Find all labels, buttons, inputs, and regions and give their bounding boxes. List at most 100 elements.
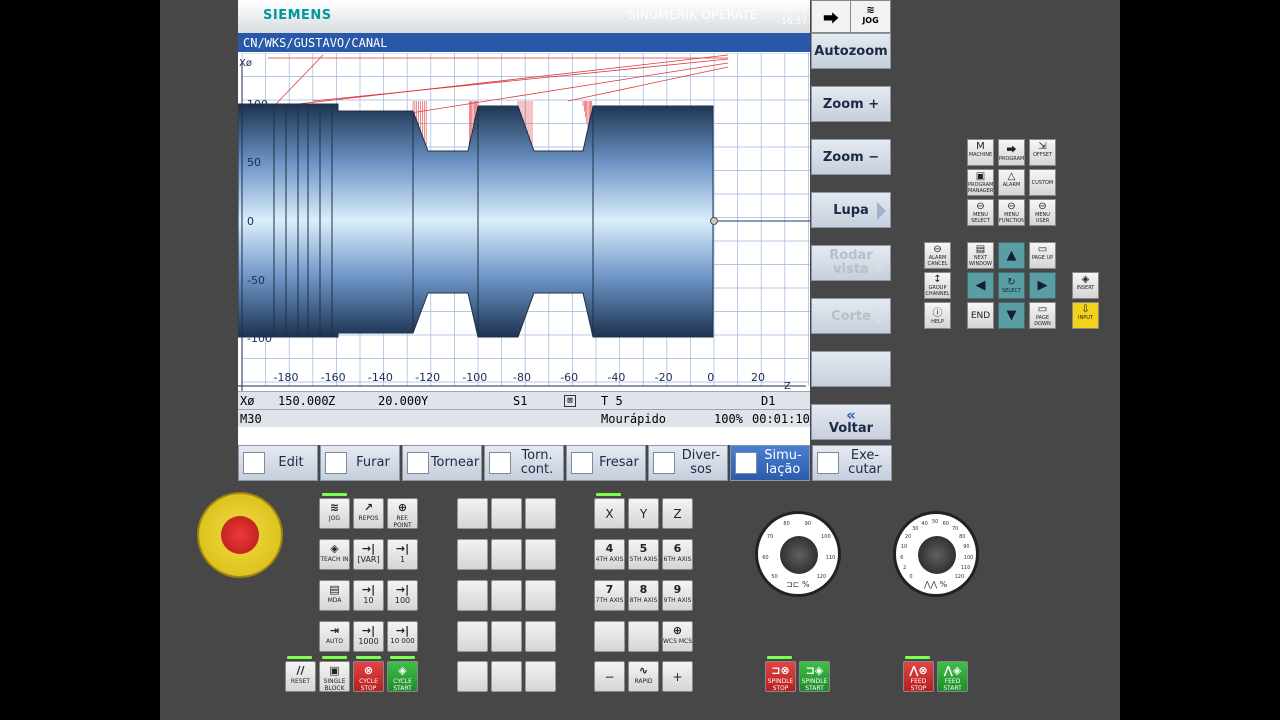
blank-key[interactable] xyxy=(525,661,556,692)
axis-8-key[interactable]: 8 8TH AXIS xyxy=(628,580,659,611)
single-block-key[interactable]: ▣ SINGLE BLOCK xyxy=(319,661,350,692)
spindle-override-knob[interactable]: 50 60 70 80 90 100 110 120 ⊐⊏ % xyxy=(755,511,841,597)
blank-key[interactable] xyxy=(525,539,556,570)
blank-key[interactable] xyxy=(491,539,522,570)
simulation-view[interactable]: Xø Z -180 -160 -140 -120 -100 -80 -60 -40 -20 0 20… xyxy=(237,52,810,392)
ref-point-key[interactable]: ⊕ REF. POINT xyxy=(387,498,418,529)
plus-key[interactable]: + xyxy=(662,661,693,692)
feed-start-key[interactable]: ⋀◈ FEED START xyxy=(937,661,968,692)
end-key[interactable]: END xyxy=(967,302,994,329)
wcs-icon: ⊕ xyxy=(672,624,683,637)
feed-stop-key[interactable]: ⋀⊗ FEED STOP xyxy=(903,661,934,692)
arrow-down-key[interactable]: ▼ xyxy=(998,302,1025,329)
knob-tick-label: 100 xyxy=(821,533,831,540)
var-increment-key[interactable]: →| [VAR] xyxy=(353,539,384,570)
page-up-key[interactable]: ▭ PAGE UP xyxy=(1029,242,1056,269)
softkey-voltar[interactable]: «Voltar xyxy=(811,404,891,440)
softkey-autozoom[interactable]: Autozoom xyxy=(811,33,891,69)
rapid-key[interactable]: ∿ RAPID xyxy=(628,661,659,692)
softkey-executar[interactable]: Exe-cutar xyxy=(812,445,892,481)
increment-1-key[interactable]: →| 1 xyxy=(387,539,418,570)
axis-4-key[interactable]: 4 4TH AXIS xyxy=(594,539,625,570)
arrow-left-key[interactable]: ◀ xyxy=(967,272,994,299)
machine-key[interactable]: M MACHINE xyxy=(967,139,994,166)
next-window-key[interactable]: ▤ NEXT WINDOW xyxy=(967,242,994,269)
program-key[interactable]: ⮕ PROGRAM xyxy=(998,139,1025,166)
blank-key[interactable] xyxy=(457,539,488,570)
softkey-zoom-out[interactable]: Zoom − xyxy=(811,139,891,175)
axis-y-key[interactable]: Y xyxy=(628,498,659,529)
teach-in-key[interactable]: ◈ TEACH IN xyxy=(319,539,350,570)
axis-7-key[interactable]: 7 7TH AXIS xyxy=(594,580,625,611)
page-down-key[interactable]: ▭ PAGE DOWN xyxy=(1029,302,1056,329)
alarm-cancel-key[interactable]: ⊖ ALARM CANCEL xyxy=(924,242,951,269)
axis-5-key[interactable]: 5 5TH AXIS xyxy=(628,539,659,570)
select-key[interactable]: ↻ SELECT xyxy=(998,272,1025,299)
blank-key[interactable] xyxy=(457,498,488,529)
blank-key[interactable] xyxy=(457,580,488,611)
blank-key[interactable] xyxy=(628,621,659,652)
softkey-lupa[interactable]: Lupa xyxy=(811,192,891,228)
blank-key[interactable] xyxy=(457,621,488,652)
softkey-diversos[interactable]: Diver-sos xyxy=(648,445,728,481)
group-channel-key[interactable]: ↕ GROUP CHANNEL xyxy=(924,272,951,299)
auto-key[interactable]: ⇥ AUTO xyxy=(319,621,350,652)
softkey-simulacao[interactable]: Simu-lação xyxy=(730,445,810,481)
axis-6-key[interactable]: 6 6TH AXIS xyxy=(662,539,693,570)
mda-key[interactable]: ▤ MDA xyxy=(319,580,350,611)
input-key[interactable]: ⇩ INPUT xyxy=(1072,302,1099,329)
blank-key[interactable] xyxy=(525,580,556,611)
x-tick-label: 100 xyxy=(247,98,268,111)
increment-100-key[interactable]: →| 100 xyxy=(387,580,418,611)
softkey-edit[interactable]: Edit xyxy=(238,445,318,481)
blank-key[interactable] xyxy=(594,621,625,652)
blank-key[interactable] xyxy=(525,621,556,652)
blank-key[interactable] xyxy=(491,661,522,692)
spindle-start-key[interactable]: ⊐◈ SPINDLE START xyxy=(799,661,830,692)
program-manager-key[interactable]: ▣ PROGRAM MANAGER xyxy=(967,169,994,196)
emergency-stop-button[interactable] xyxy=(197,492,283,578)
blank-key[interactable] xyxy=(525,498,556,529)
feed-override-knob[interactable]: 0 2 6 10 20 30 40 50 60 70 80 90 100 110 120 ⋀⋀ % xyxy=(893,511,979,597)
spindle-state-icon: ⊠ xyxy=(564,395,576,407)
cycle-stop-key[interactable]: ⊗ CYCLE STOP xyxy=(353,661,384,692)
jog-key[interactable]: ≋ JOG xyxy=(319,498,350,529)
blank-key[interactable] xyxy=(491,580,522,611)
insert-key[interactable]: ◈ INSERT xyxy=(1072,272,1099,299)
menu-function-key[interactable]: ⊖ MENU FUNCTION xyxy=(998,199,1025,226)
softkey-corte[interactable]: Corte xyxy=(811,298,891,334)
blank-key[interactable] xyxy=(491,621,522,652)
spindle-start-icon: ⊐◈ xyxy=(805,664,824,677)
axis-x-key[interactable]: X xyxy=(594,498,625,529)
menu-select-key[interactable]: ⊖ MENU SELECT xyxy=(967,199,994,226)
menu-user-key[interactable]: ⊖ MENU USER xyxy=(1029,199,1056,226)
blank-key[interactable] xyxy=(491,498,522,529)
softkey-empty[interactable] xyxy=(811,351,891,387)
increment-1000-key[interactable]: →| 1000 xyxy=(353,621,384,652)
wcs-mcs-key[interactable]: ⊕ WCS MCS xyxy=(662,621,693,652)
custom-key[interactable]: CUSTOM xyxy=(1029,169,1056,196)
softkey-tornear[interactable]: Tornear xyxy=(402,445,482,481)
offset-key[interactable]: ⇲ OFFSET xyxy=(1029,139,1056,166)
softkey-fresar[interactable]: Fresar xyxy=(566,445,646,481)
increment-10-key[interactable]: →| 10 xyxy=(353,580,384,611)
repos-key[interactable]: ↗ REPOS xyxy=(353,498,384,529)
softkey-rodar-vista[interactable]: Rodar vista xyxy=(811,245,891,281)
arrow-right-key[interactable]: ▶ xyxy=(1029,272,1056,299)
help-key[interactable]: ⓘ HELP xyxy=(924,302,951,329)
softkey-furar[interactable]: Furar xyxy=(320,445,400,481)
arrow-up-key[interactable]: ▲ xyxy=(998,242,1025,269)
x-position: 150.000 xyxy=(278,394,329,408)
cycle-start-key[interactable]: ◈ CYCLE START xyxy=(387,661,418,692)
minus-key[interactable]: − xyxy=(594,661,625,692)
reset-key[interactable]: //RESET xyxy=(285,661,316,692)
axis-z-key[interactable]: Z xyxy=(662,498,693,529)
increment-10000-key[interactable]: →| 10 000 xyxy=(387,621,418,652)
blank-key[interactable] xyxy=(457,661,488,692)
softkey-torn-cont[interactable]: Torn. cont. xyxy=(484,445,564,481)
alarm-key[interactable]: △ ALARM xyxy=(998,169,1025,196)
feed-mode: Mourápido xyxy=(601,412,667,426)
axis-9-key[interactable]: 9 9TH AXIS xyxy=(662,580,693,611)
spindle-stop-key[interactable]: ⊐⊗ SPINDLE STOP xyxy=(765,661,796,692)
softkey-zoom-in[interactable]: Zoom + xyxy=(811,86,891,122)
